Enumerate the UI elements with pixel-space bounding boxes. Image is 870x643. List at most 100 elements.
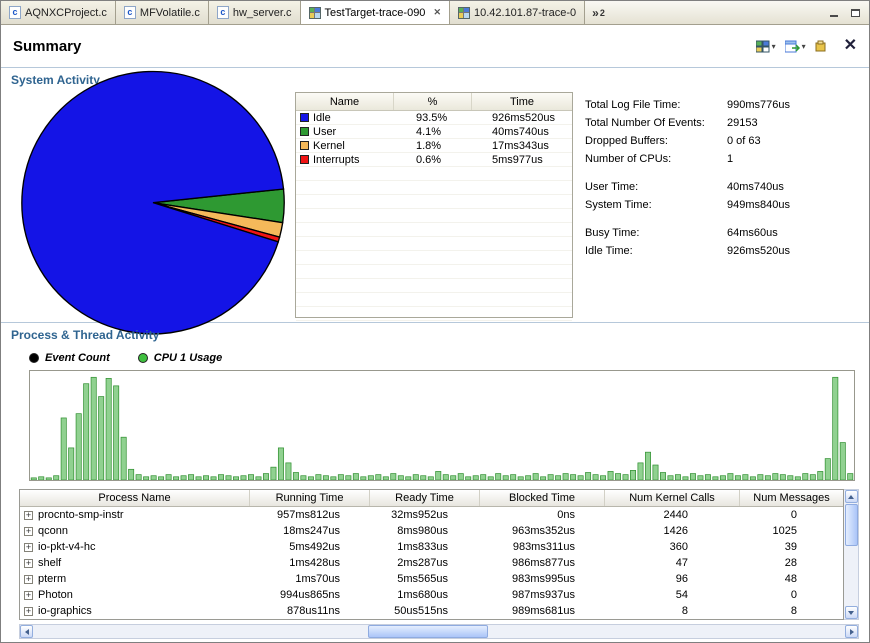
process-row[interactable]: + pterm 1ms70us 5ms565us 983ms995us 96 48: [20, 571, 843, 587]
process-name: shelf: [38, 557, 62, 569]
activity-bar: [195, 476, 202, 480]
activity-bar: [562, 473, 569, 480]
process-name: procnto-smp-instr: [38, 509, 124, 521]
stat-value: 949ms840us: [727, 199, 790, 211]
column-header[interactable]: Time: [472, 93, 572, 110]
activity-bar: [817, 471, 824, 480]
cpu-usage-row[interactable]: Idle 93.5% 926ms520us: [296, 111, 572, 125]
activity-bar: [802, 473, 809, 480]
empty-row: [296, 223, 572, 237]
process-row[interactable]: + qconn 18ms247us 8ms980us 963ms352us 1426 102…: [20, 523, 843, 539]
editor-tab[interactable]: TestTarget-trace-090 ✕: [300, 1, 450, 24]
activity-bar: [607, 471, 614, 480]
editor-tab[interactable]: 10.42.101.87-trace-0: [449, 1, 586, 24]
scroll-up-button[interactable]: [844, 490, 858, 503]
expand-icon[interactable]: +: [24, 558, 33, 568]
blocked-value: 0ns: [557, 509, 575, 521]
column-header[interactable]: Ready Time: [370, 490, 480, 506]
scroll-down-button[interactable]: [844, 606, 858, 619]
tab-overflow-button[interactable]: » 2: [585, 1, 612, 24]
cpu-usage-row[interactable]: Interrupts 0.6% 5ms977us: [296, 153, 572, 167]
series-color-swatch: [300, 155, 309, 164]
process-row[interactable]: + io-pkt-v4-hc 5ms492us 1ms833us 983ms311us 3…: [20, 539, 843, 555]
blocked-value: 987ms937us: [512, 589, 575, 601]
activity-bar: [330, 476, 337, 480]
horizontal-scrollbar[interactable]: [19, 624, 859, 639]
stat-value: 29153: [727, 117, 758, 129]
export-pane-icon: [784, 40, 800, 52]
expand-icon[interactable]: +: [24, 542, 33, 552]
scroll-left-button[interactable]: [20, 625, 33, 638]
editor-tab[interactable]: c hw_server.c: [208, 1, 301, 24]
maximize-button[interactable]: [846, 5, 864, 20]
legend-label: Event Count: [45, 352, 110, 364]
process-name-cell: + procnto-smp-instr: [20, 509, 250, 521]
activity-bar: [188, 474, 195, 480]
view-menu-button[interactable]: ▾: [755, 40, 776, 53]
empty-row: [296, 195, 572, 209]
expand-icon[interactable]: +: [24, 606, 33, 616]
activity-bar: [262, 473, 269, 480]
series-percent: 0.6%: [416, 153, 442, 166]
activity-bar: [847, 473, 854, 480]
vertical-scroll-thumb[interactable]: [844, 504, 858, 546]
expand-icon[interactable]: +: [24, 574, 33, 584]
trace-icon-cell: [315, 7, 320, 12]
arrow-left-icon: [24, 628, 29, 635]
column-header[interactable]: Running Time: [250, 490, 370, 506]
running-value: 1ms70us: [295, 573, 340, 585]
stat-row: Total Log File Time: 990ms776us: [585, 96, 859, 114]
kcalls-value: 47: [675, 557, 688, 569]
activity-bar: [248, 474, 254, 480]
activity-bar: [322, 475, 329, 480]
process-row[interactable]: + procnto-smp-instr 957ms812us 32ms952us 0ns…: [20, 507, 843, 523]
activity-bar: [757, 474, 764, 480]
scroll-right-button[interactable]: [845, 625, 858, 638]
tab-label: TestTarget-trace-090: [324, 6, 426, 19]
activity-bar: [203, 475, 210, 480]
trace-icon-cell: [458, 13, 464, 18]
process-row[interactable]: + shelf 1ms428us 2ms287us 986ms877us 47 28: [20, 555, 843, 571]
expand-icon[interactable]: +: [24, 590, 33, 600]
vertical-scrollbar[interactable]: [844, 489, 859, 620]
stat-value: 64ms60us: [727, 227, 778, 239]
stat-value: 1: [727, 153, 734, 165]
running-value: 994us865ns: [280, 589, 340, 601]
column-header[interactable]: Blocked Time: [480, 490, 605, 506]
activity-bar: [83, 383, 90, 480]
column-header[interactable]: Process Name: [20, 490, 250, 506]
close-view-icon[interactable]: ✕: [844, 38, 857, 54]
activity-bar: [704, 474, 711, 480]
column-header[interactable]: %: [394, 93, 472, 110]
column-header[interactable]: Name: [296, 93, 394, 110]
process-name-cell: + qconn: [20, 525, 250, 537]
activity-bar: [600, 475, 607, 480]
process-row[interactable]: + io-graphics 878us11ns 50us515ns 989ms681us…: [20, 603, 843, 619]
activity-bar: [427, 476, 434, 480]
activity-bar: [158, 476, 165, 480]
pin-view-button[interactable]: [815, 40, 827, 52]
editor-tab[interactable]: c MFVolatile.c: [115, 1, 209, 24]
stat-value: 40ms740us: [727, 181, 784, 193]
editor-tab[interactable]: c AQNXCProject.c: [1, 1, 116, 24]
activity-bar: [307, 476, 314, 480]
empty-row: [296, 307, 572, 321]
series-time: 17ms343us: [492, 139, 549, 152]
expand-icon[interactable]: +: [24, 526, 33, 536]
export-view-button[interactable]: ▾: [784, 40, 806, 53]
activity-bar: [337, 474, 344, 480]
activity-bar: [794, 476, 801, 480]
series-color-swatch: [300, 141, 309, 150]
column-header[interactable]: Num Messages: [740, 490, 843, 506]
activity-bar: [165, 474, 172, 480]
cpu-usage-row[interactable]: User 4.1% 40ms740us: [296, 125, 572, 139]
tab-close-icon[interactable]: ✕: [433, 7, 441, 18]
horizontal-scroll-thumb[interactable]: [368, 625, 488, 638]
column-header[interactable]: Num Kernel Calls: [605, 490, 740, 506]
expand-icon[interactable]: +: [24, 510, 33, 520]
activity-bar: [645, 451, 651, 480]
process-row[interactable]: + Photon 994us865ns 1ms680us 987ms937us 54 0: [20, 587, 843, 603]
cpu-usage-row[interactable]: Kernel 1.8% 17ms343us: [296, 139, 572, 153]
stat-label: User Time:: [585, 181, 639, 193]
minimize-button[interactable]: [825, 5, 843, 20]
